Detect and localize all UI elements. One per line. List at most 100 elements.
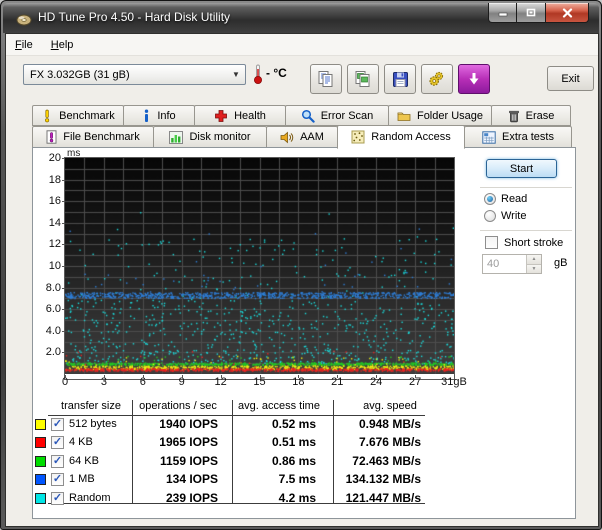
avg-speed-value: 134.132 MB/s bbox=[321, 472, 421, 486]
separator bbox=[480, 187, 572, 188]
tab-label: Benchmark bbox=[59, 110, 115, 122]
read-radio[interactable] bbox=[484, 193, 496, 205]
client-area: File Help FX 3.032GB (31 gB) ▼ - °C bbox=[5, 33, 599, 527]
short-stroke-row[interactable]: Short stroke bbox=[485, 236, 563, 249]
chart-plot-frame bbox=[64, 157, 455, 380]
y-axis-tick bbox=[62, 288, 65, 289]
tab-folder-usage[interactable]: Folder Usage bbox=[388, 105, 492, 126]
table-row: ✓ 1 MB 134 IOPS 7.5 ms 134.132 MB/s bbox=[33, 472, 575, 488]
window-title: HD Tune Pro 4.50 - Hard Disk Utility bbox=[38, 10, 230, 24]
tab-label: Erase bbox=[526, 110, 555, 122]
series-color-swatch bbox=[35, 493, 46, 504]
exit-button[interactable]: Exit bbox=[547, 66, 594, 91]
tab-disk-monitor[interactable]: Disk monitor bbox=[153, 126, 267, 148]
copy-text-icon bbox=[317, 70, 335, 88]
y-axis-label: 16 bbox=[35, 195, 61, 207]
series-color-swatch bbox=[35, 419, 46, 430]
tab-random-access[interactable]: Random Access bbox=[337, 125, 465, 149]
x-axis-tick bbox=[143, 375, 144, 378]
info-icon bbox=[142, 109, 151, 123]
trash-icon bbox=[508, 109, 520, 123]
caption-buttons bbox=[488, 3, 589, 23]
short-stroke-checkbox[interactable] bbox=[485, 236, 498, 249]
app-disk-icon bbox=[16, 11, 32, 27]
spinner-down-icon[interactable]: ▼ bbox=[527, 265, 541, 274]
minimize-button[interactable] bbox=[488, 3, 517, 23]
iops-value: 1940 IOPS bbox=[128, 417, 218, 431]
table-row: ✓ 64 KB 1159 IOPS 0.86 ms 72.463 MB/s bbox=[33, 454, 575, 470]
table-row: ✓ Random 239 IOPS 4.2 ms 121.447 MB/s bbox=[33, 491, 575, 507]
save-button[interactable] bbox=[384, 64, 416, 94]
y-axis-tick bbox=[62, 158, 65, 159]
maximize-button[interactable] bbox=[517, 3, 546, 23]
tab-aam[interactable]: AAM bbox=[266, 126, 338, 148]
series-label: 1 MB bbox=[69, 473, 95, 485]
down-arrow-icon bbox=[466, 71, 482, 87]
tab-label: Info bbox=[157, 110, 175, 122]
file-benchmark-icon bbox=[46, 130, 57, 144]
iops-value: 1159 IOPS bbox=[128, 454, 218, 468]
copy-image-button[interactable] bbox=[347, 64, 379, 94]
series-checkbox[interactable]: ✓ bbox=[51, 436, 64, 449]
separator bbox=[480, 230, 572, 231]
folder-icon bbox=[397, 110, 411, 122]
table-header-rule bbox=[48, 415, 425, 416]
tab-info[interactable]: Info bbox=[123, 105, 195, 126]
save-floppy-icon bbox=[392, 71, 409, 88]
check-icon: ✓ bbox=[53, 474, 62, 485]
drive-select-combobox[interactable]: FX 3.032GB (31 gB) ▼ bbox=[23, 64, 246, 85]
write-radio[interactable] bbox=[484, 210, 496, 222]
col-header-transfer-size: transfer size bbox=[48, 400, 134, 412]
col-header-avg-speed: avg. speed bbox=[351, 400, 429, 412]
x-axis-tick bbox=[221, 375, 222, 378]
access-time-value: 0.52 ms bbox=[228, 417, 316, 431]
write-radio-row[interactable]: Write bbox=[484, 210, 526, 222]
read-radio-row[interactable]: Read bbox=[484, 193, 527, 205]
start-button[interactable]: Start bbox=[486, 159, 557, 178]
magnifier-icon bbox=[301, 109, 315, 123]
options-button[interactable] bbox=[421, 64, 453, 94]
col-header-access-time: avg. access time bbox=[231, 400, 327, 412]
y-axis-label: 4.0 bbox=[35, 325, 61, 337]
short-stroke-spinner[interactable]: ▲ ▼ bbox=[482, 254, 542, 274]
series-checkbox[interactable]: ✓ bbox=[51, 455, 64, 468]
series-checkbox[interactable]: ✓ bbox=[51, 418, 64, 431]
x-axis-tick bbox=[298, 375, 299, 378]
tab-row-2: File Benchmark Disk monitor AAM Random A… bbox=[32, 126, 571, 148]
copy-text-button[interactable] bbox=[310, 64, 342, 94]
series-checkbox[interactable]: ✓ bbox=[51, 492, 64, 505]
menu-help[interactable]: Help bbox=[42, 36, 83, 54]
tab-file-benchmark[interactable]: File Benchmark bbox=[32, 126, 154, 148]
y-axis-label: 14 bbox=[35, 217, 61, 229]
tab-error-scan[interactable]: Error Scan bbox=[285, 105, 389, 126]
minimize-icon bbox=[498, 8, 508, 17]
tab-label: Folder Usage bbox=[417, 110, 483, 122]
table-column-separator bbox=[333, 400, 334, 504]
capture-button[interactable] bbox=[458, 64, 490, 94]
gears-icon bbox=[428, 70, 446, 88]
series-checkbox[interactable]: ✓ bbox=[51, 473, 64, 486]
tab-benchmark[interactable]: Benchmark bbox=[32, 105, 124, 126]
menu-file[interactable]: File bbox=[6, 36, 42, 54]
y-axis-label: 6.0 bbox=[35, 303, 61, 315]
spinner-up-icon[interactable]: ▲ bbox=[527, 255, 541, 265]
write-radio-label: Write bbox=[501, 210, 526, 222]
extra-tests-icon bbox=[482, 131, 496, 144]
drive-select-value: FX 3.032GB (31 gB) bbox=[24, 69, 227, 81]
short-stroke-label: Short stroke bbox=[504, 237, 563, 249]
series-label: 512 bytes bbox=[69, 418, 117, 430]
y-axis-tick bbox=[62, 244, 65, 245]
tab-health[interactable]: Health bbox=[194, 105, 286, 126]
short-stroke-input[interactable] bbox=[483, 255, 526, 273]
tab-extra-tests[interactable]: Extra tests bbox=[464, 126, 572, 148]
y-axis-tick bbox=[62, 266, 65, 267]
y-axis-label: 10 bbox=[35, 260, 61, 272]
y-axis-tick bbox=[62, 180, 65, 181]
y-axis-tick bbox=[62, 352, 65, 353]
health-cross-icon bbox=[214, 109, 228, 123]
tab-erase[interactable]: Erase bbox=[491, 105, 571, 126]
close-button[interactable] bbox=[546, 3, 589, 23]
series-color-swatch bbox=[35, 474, 46, 485]
spinner-buttons[interactable]: ▲ ▼ bbox=[526, 255, 541, 273]
chevron-down-icon: ▼ bbox=[227, 70, 245, 79]
